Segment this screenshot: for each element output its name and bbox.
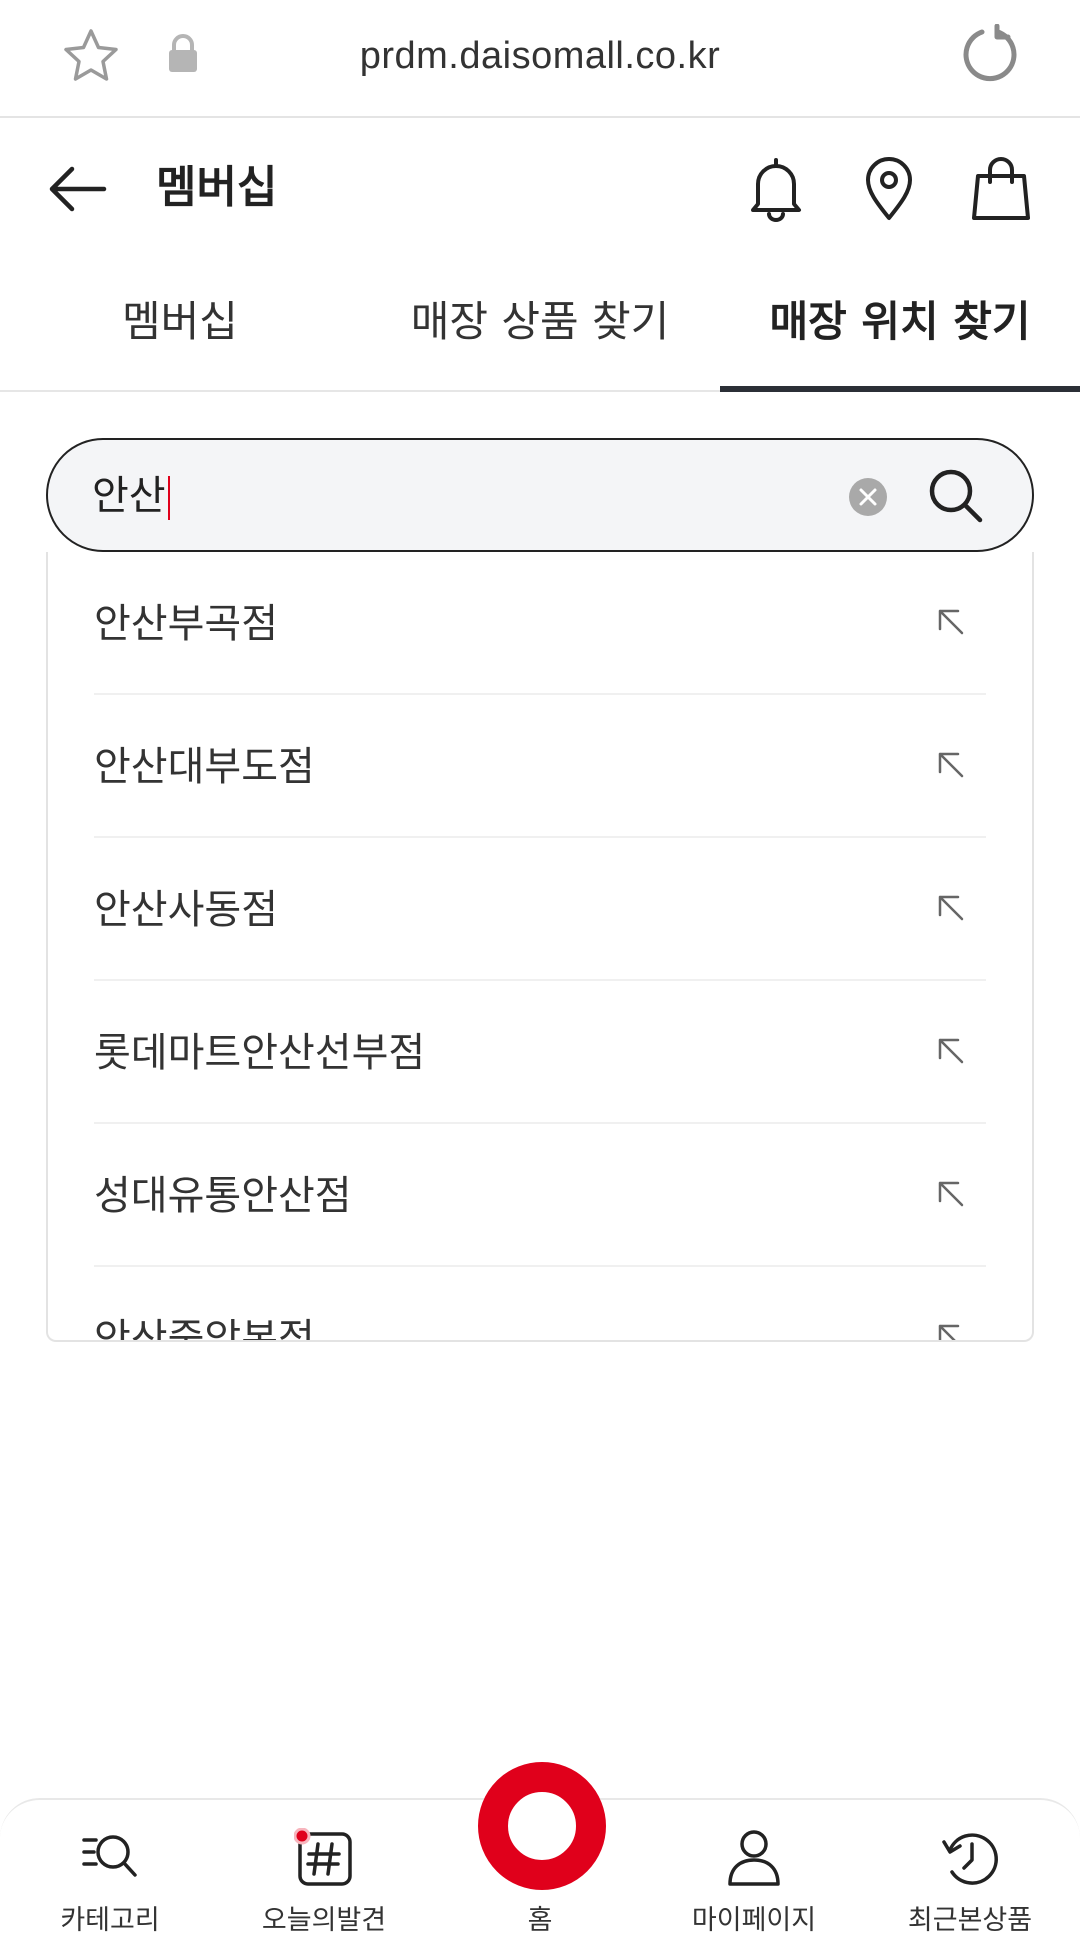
page: prdm.daisomall.co.kr 멤버십 멤버십 매장 상품 찾기 매장… <box>0 0 1080 1953</box>
nav-label: 카테고리 <box>60 1905 160 1936</box>
suggestion-item[interactable]: 롯데마트안산선부점 <box>94 981 986 1124</box>
search-icon[interactable] <box>928 468 984 524</box>
shopping-bag-icon[interactable] <box>970 156 1032 222</box>
tab-store-location-search[interactable]: 매장 위치 찾기 <box>720 270 1080 392</box>
suggestion-item[interactable]: 안산사동점 <box>94 838 986 981</box>
arrow-up-left-icon[interactable] <box>934 1320 968 1342</box>
suggestion-label: 안산중앙본점 <box>94 1316 315 1342</box>
lock-icon <box>169 34 197 72</box>
search-input-value: 안산 <box>92 473 166 519</box>
person-icon <box>728 1830 780 1886</box>
clear-icon[interactable] <box>848 477 888 517</box>
suggestion-label: 안산대부도점 <box>94 744 315 790</box>
nav-label: 오늘의발견 <box>261 1905 387 1936</box>
browser-url-bar: prdm.daisomall.co.kr <box>0 0 1080 118</box>
nav-label: 최근본상품 <box>907 1905 1033 1936</box>
page-title: 멤버십 <box>156 162 278 213</box>
tab-store-product-search[interactable]: 매장 상품 찾기 <box>380 270 700 390</box>
nav-today-discovery[interactable]: 오늘의발견 <box>234 1800 414 1953</box>
text-caret <box>167 476 170 520</box>
category-search-icon <box>82 1835 137 1877</box>
home-ring-icon[interactable] <box>478 1762 606 1890</box>
url-text[interactable]: prdm.daisomall.co.kr <box>300 28 780 84</box>
suggestion-item[interactable]: 안산중앙본점 <box>94 1267 986 1342</box>
star-icon[interactable] <box>62 28 120 84</box>
suggestion-item[interactable]: 성대유통안산점 <box>94 1124 986 1267</box>
app-header: 멤버십 <box>0 120 1080 260</box>
reload-icon[interactable] <box>960 24 1020 84</box>
hashtag-icon <box>294 1828 352 1886</box>
store-search-box[interactable]: 안산 <box>46 438 1034 552</box>
suggestion-list: 안산부곡점 안산대부도점 안산사동점 롯데마트안산선부점 성대유통안산점 안산중… <box>46 552 1034 1342</box>
arrow-up-left-icon[interactable] <box>934 1034 968 1068</box>
nav-mypage[interactable]: 마이페이지 <box>664 1800 844 1953</box>
nav-category[interactable]: 카테고리 <box>20 1800 200 1953</box>
arrow-up-left-icon[interactable] <box>934 1177 968 1211</box>
suggestion-item[interactable]: 안산대부도점 <box>94 695 986 838</box>
suggestion-label: 안산부곡점 <box>94 601 278 647</box>
back-arrow-icon[interactable] <box>46 162 108 216</box>
suggestion-label: 롯데마트안산선부점 <box>94 1030 426 1076</box>
history-icon <box>942 1833 998 1885</box>
search-input[interactable]: 안산 <box>92 468 170 524</box>
bell-icon[interactable] <box>745 156 807 222</box>
arrow-up-left-icon[interactable] <box>934 605 968 639</box>
tab-bar: 멤버십 매장 상품 찾기 매장 위치 찾기 <box>0 270 1080 392</box>
suggestion-item[interactable]: 안산부곡점 <box>94 552 986 695</box>
location-pin-icon[interactable] <box>858 156 920 222</box>
suggestion-label: 성대유통안산점 <box>94 1173 352 1219</box>
nav-recent-products[interactable]: 최근본상품 <box>880 1800 1060 1953</box>
nav-label: 홈 <box>527 1905 553 1936</box>
arrow-up-left-icon[interactable] <box>934 748 968 782</box>
arrow-up-left-icon[interactable] <box>934 891 968 925</box>
tab-membership[interactable]: 멤버십 <box>60 270 300 390</box>
nav-label: 마이페이지 <box>691 1905 817 1936</box>
suggestion-label: 안산사동점 <box>94 887 278 933</box>
